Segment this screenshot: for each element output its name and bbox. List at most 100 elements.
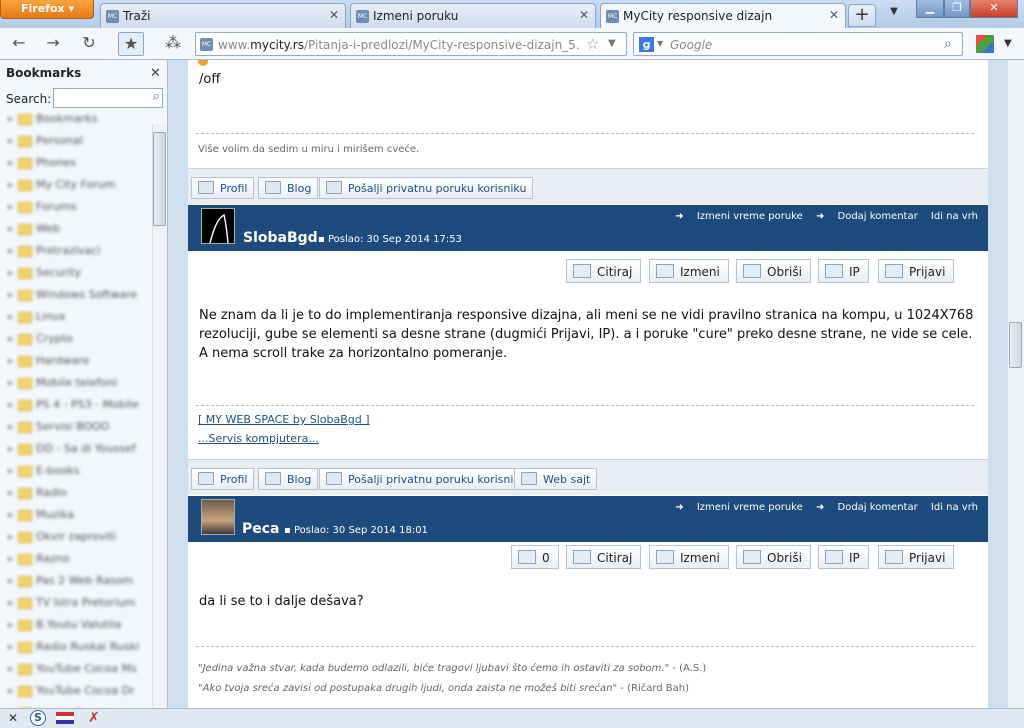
report-button[interactable]: Prijavi — [878, 259, 955, 283]
go-top-link[interactable]: Idi na vrh — [931, 211, 978, 222]
website-button[interactable]: Web sajt — [514, 468, 598, 490]
go-top-link[interactable]: Idi na vrh — [931, 502, 978, 513]
expand-icon[interactable]: ▸ — [8, 552, 18, 565]
bookmarks-sidebar-icon[interactable]: ★ — [118, 32, 144, 56]
bookmark-item[interactable]: ▸ Forums — [8, 200, 148, 222]
blog-button[interactable]: Blog — [258, 468, 319, 490]
signature-link-servis[interactable]: ...Servis kompjutera... — [198, 432, 319, 445]
bookmark-item[interactable]: ▸ Radio Ruskai Ruski — [8, 640, 148, 662]
like-button[interactable]: 0 — [511, 545, 559, 569]
url-dropdown-icon[interactable]: ▼ — [608, 38, 616, 49]
username[interactable]: Peca — [242, 521, 280, 537]
quote-button[interactable]: Citiraj — [566, 545, 642, 569]
tab-trazi[interactable]: MC Traži ✕ — [100, 3, 346, 28]
expand-icon[interactable]: ▸ — [8, 508, 18, 521]
bookmark-item[interactable]: ▸ YouTube Cocoa Ms — [8, 662, 148, 684]
expand-icon[interactable]: ▸ — [8, 398, 18, 411]
menu-dropdown-icon[interactable]: ▼ — [1004, 38, 1012, 49]
expand-icon[interactable]: ▸ — [8, 486, 18, 499]
expand-icon[interactable]: ▸ — [8, 596, 18, 609]
firefox-menu-button[interactable]: Firefox ▾ — [0, 0, 94, 19]
bookmark-item[interactable]: ▸ Razno — [8, 552, 148, 574]
bookmark-item[interactable]: ▸ Radio — [8, 486, 148, 508]
report-button[interactable]: Prijavi — [878, 545, 955, 569]
bookmark-item[interactable]: ▸ Servisi BOOO — [8, 420, 148, 442]
username[interactable]: SlobaBgd — [243, 230, 318, 246]
bookmark-item[interactable]: ▸ Mobile telefoni — [8, 376, 148, 398]
delete-button[interactable]: Obriši — [736, 545, 811, 569]
google-icon[interactable]: g — [639, 37, 654, 52]
expand-icon[interactable]: ▸ — [8, 244, 18, 257]
edit-time-link[interactable]: ➜ Izmeni vreme poruke — [675, 502, 803, 513]
expand-icon[interactable]: ▸ — [8, 222, 18, 235]
close-window-button[interactable]: ✕ — [970, 0, 1018, 18]
bookmark-item[interactable]: ▸ E-books — [8, 464, 148, 486]
bookmark-item[interactable]: ▸ PS 4 - PS3 - Mobile — [8, 398, 148, 420]
bookmark-item[interactable]: ▸ DD - Sa di Youssef — [8, 442, 148, 464]
private-message-button[interactable]: Pošalji privatnu poruku korisniku — [319, 177, 534, 199]
expand-icon[interactable]: ▸ — [8, 288, 18, 301]
bookmark-item[interactable]: ▸ B.Youtu Valutila — [8, 618, 148, 640]
bookmark-item[interactable]: ▸ My City Forum — [8, 178, 148, 200]
expand-icon[interactable]: ▸ — [8, 332, 18, 345]
bookmark-star-icon[interactable]: ☆ — [586, 35, 599, 53]
expand-icon[interactable]: ▸ — [8, 420, 18, 433]
bookmark-item[interactable]: ▸ Pas 2 Web Rasom — [8, 574, 148, 596]
ip-button[interactable]: IP — [818, 259, 869, 283]
bookmark-item[interactable]: ▸ TV Istra Pretorium — [8, 596, 148, 618]
private-message-button[interactable]: Pošalji privatnu poruku korisniku — [319, 468, 534, 490]
tab-izmeni-poruku[interactable]: MC Izmeni poruku ✕ — [350, 3, 596, 28]
bookmark-item[interactable]: ▸ Linux — [8, 310, 148, 332]
edit-button[interactable]: Izmeni — [649, 545, 729, 569]
delete-button[interactable]: Obriši — [736, 259, 811, 283]
reload-icon[interactable]: ↻ — [76, 32, 102, 56]
tab-mycity[interactable]: MC MyCity responsive dizajn ✕ — [600, 3, 846, 29]
new-tab-button[interactable]: + — [848, 4, 876, 27]
blog-button[interactable]: Blog — [258, 177, 319, 199]
profile-button[interactable]: Profil — [191, 177, 255, 199]
bookmark-item[interactable]: ▸ Okvir zaproviti — [8, 530, 148, 552]
maximize-button[interactable]: ❐ — [944, 0, 970, 18]
close-tab-icon[interactable]: ✕ — [579, 8, 589, 22]
quote-button[interactable]: Citiraj — [566, 259, 642, 283]
avatar[interactable] — [201, 208, 235, 244]
bookmark-item[interactable]: ▸ Security — [8, 266, 148, 288]
back-arrow-icon[interactable]: ← — [6, 32, 32, 56]
engine-dropdown-icon[interactable]: ▼ — [657, 39, 663, 48]
addons-icon[interactable]: ⁂ — [160, 32, 186, 56]
list-tabs-button[interactable]: ▼ — [884, 6, 904, 24]
edit-button[interactable]: Izmeni — [649, 259, 729, 283]
expand-icon[interactable]: ▸ — [8, 376, 18, 389]
expand-icon[interactable]: ▸ — [8, 200, 18, 213]
bookmark-item[interactable]: ▸ Windows Software — [8, 288, 148, 310]
bookmark-item[interactable]: ▸ Muzika — [8, 508, 148, 530]
url-bar[interactable]: MC www.mycity.rs/Pitanja-i-predlozi/MyCi… — [195, 32, 627, 56]
profile-button[interactable]: Profil — [191, 468, 255, 490]
expand-icon[interactable]: ▸ — [8, 112, 18, 125]
signature-link-webspace[interactable]: [ MY WEB SPACE by SlobaBgd ] — [198, 413, 370, 426]
bookmark-item[interactable]: ▸ Personal — [8, 134, 148, 156]
bookmark-item[interactable]: ▸ Phones — [8, 156, 148, 178]
bookmark-item[interactable]: ▸ Web — [8, 222, 148, 244]
edit-time-link[interactable]: ➜ Izmeni vreme poruke — [675, 211, 803, 222]
expand-icon[interactable]: ▸ — [8, 442, 18, 455]
flag-icon[interactable] — [56, 712, 74, 724]
expand-icon[interactable]: ▸ — [8, 640, 18, 653]
close-tab-icon[interactable]: ✕ — [329, 8, 339, 22]
expand-icon[interactable]: ▸ — [8, 178, 18, 191]
site-identity-icon[interactable]: MC — [200, 38, 213, 51]
add-comment-link[interactable]: ➜ Dodaj komentar — [816, 502, 918, 513]
page-scrollbar[interactable] — [1007, 60, 1024, 708]
block-addon-icon[interactable]: ✗ — [88, 710, 100, 726]
bookmark-item[interactable]: ▸ Bookmarks — [8, 112, 148, 134]
expand-icon[interactable]: ▸ — [8, 310, 18, 323]
search-bar[interactable]: g ▼ Google ⌕ — [633, 32, 963, 56]
expand-icon[interactable]: ▸ — [8, 618, 18, 631]
s-addon-icon[interactable]: S — [30, 710, 46, 726]
close-tab-icon[interactable]: ✕ — [829, 8, 839, 22]
search-icon[interactable]: ⌕ — [944, 36, 952, 52]
expand-icon[interactable]: ▸ — [8, 354, 18, 367]
ip-button[interactable]: IP — [818, 545, 869, 569]
bookmark-item[interactable]: ▸ Pretrazivaci — [8, 244, 148, 266]
expand-icon[interactable]: ▸ — [8, 266, 18, 279]
